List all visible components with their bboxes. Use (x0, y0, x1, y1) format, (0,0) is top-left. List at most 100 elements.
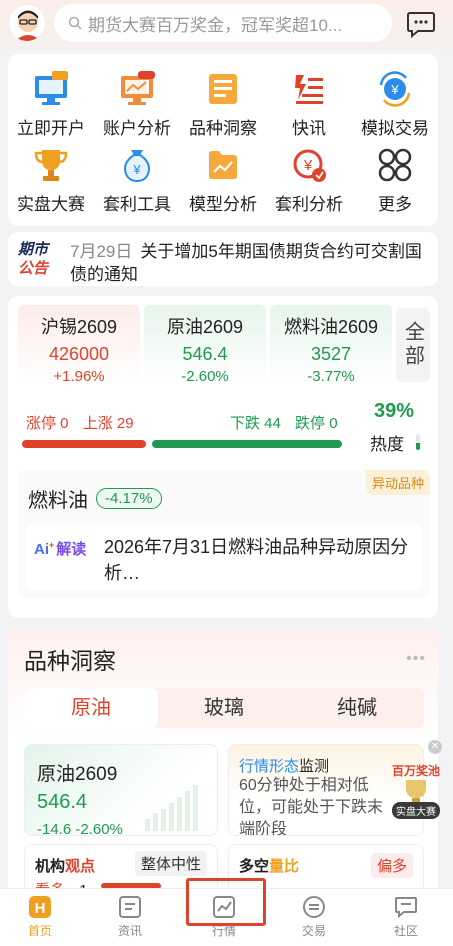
tab-news[interactable]: 资讯 (100, 894, 160, 939)
institution-title-a: 机构 (35, 858, 66, 875)
grid-item-variety-insight[interactable]: 品种洞察 (180, 70, 266, 139)
tab-community[interactable]: 社区 (376, 894, 436, 939)
message-icon[interactable] (406, 10, 436, 39)
long-short-badge: 偏多 (370, 853, 413, 878)
market-breadth[interactable]: 涨停 0 上涨 29 下跌 44 跌停 0 39% 热度 (20, 396, 430, 456)
notice-card[interactable]: 期市 公告 7月29日 关于增加5年期国债期货合约可交割国债的通知 (8, 232, 438, 286)
down-count: 下跌 44 (230, 415, 281, 432)
grid-item-arbitrage-analysis[interactable]: ¥ 套利分析 (266, 146, 352, 215)
notice-logo-bottom: 公告 (18, 260, 49, 277)
grid-item-model-analysis[interactable]: 模型分析 (180, 146, 266, 215)
breadth-bar-down (152, 440, 342, 448)
breadth-bar-up (22, 440, 146, 448)
variety-insight-icon (204, 70, 242, 108)
arbitrage-analysis-icon: ¥ (290, 146, 328, 184)
ai-badge: Ai+ 解读 (34, 538, 86, 559)
tab-label: 资讯 (117, 924, 142, 938)
tab-label: 交易 (301, 924, 326, 938)
grid-item-open-account[interactable]: 立即开户 (8, 70, 94, 139)
notice-logo-top: 期市 (18, 241, 49, 258)
quote-price: 546.4 (182, 344, 228, 364)
insight-price-name: 原油2609 (37, 764, 118, 785)
svg-text:¥: ¥ (132, 162, 141, 177)
grid-item-news-flash[interactable]: 快讯 (266, 70, 352, 139)
more-icon (376, 146, 414, 184)
long-short-title-b: 量比 (269, 858, 300, 875)
quote-name: 原油2609 (166, 317, 244, 337)
tab-soda-ash[interactable]: 纯碱 (290, 688, 424, 728)
svg-text:¥: ¥ (390, 82, 399, 97)
quote-card[interactable]: 沪锡2609 426000 +1.96% (18, 305, 140, 385)
movement-change: -4.17% (96, 488, 162, 509)
news-flash-icon (290, 70, 328, 108)
grid-item-label: 品种洞察 (189, 119, 257, 138)
trade-icon (301, 894, 327, 920)
grid-item-label: 套利分析 (275, 195, 343, 214)
movement-text: 2026年7月31日燃料油品种异动原因分析… (104, 537, 409, 583)
limit-down-count: 跌停 0 (295, 415, 338, 432)
news-icon (117, 894, 143, 920)
grid-item-label: 更多 (378, 195, 412, 214)
institution-title-b: 观点 (65, 858, 96, 875)
pattern-text: 60分钟处于相对低位，可能处于下跌末端阶段 (239, 777, 384, 836)
pattern-title-a: 行情形态 (239, 758, 300, 775)
promo-trophy-icon (406, 780, 426, 803)
tab-label: 首页 (27, 924, 52, 938)
home-icon: H (27, 894, 53, 920)
movement-ai-box: Ai+ 解读 2026年7月31日燃料油品种异动原因分析… (26, 524, 422, 590)
movement-name: 燃料油 (28, 490, 88, 512)
ai-icon: Ai+ (34, 540, 55, 558)
all-quotes-button[interactable]: 全部 (396, 308, 430, 382)
quote-change: -2.60% (181, 368, 229, 385)
promo-bottom: 实盘大赛 (392, 802, 440, 819)
insight-price-card[interactable]: 原油2609 546.4 -14.6 -2.60% (24, 744, 218, 836)
heat-label: 热度 (370, 435, 404, 454)
movement-card[interactable]: 异动品种 燃料油 -4.17% Ai+ 解读 2026年7月31日燃料油品种异动原… (18, 470, 430, 598)
trophy-icon (32, 146, 70, 184)
insight-more-icon[interactable]: ••• (406, 650, 426, 668)
grid-item-simulated-trade[interactable]: ¥ 模拟交易 (352, 70, 438, 139)
model-analysis-icon (204, 146, 242, 184)
grid-item-arbitrage-tool[interactable]: ¥ 套利工具 (94, 146, 180, 215)
avatar[interactable] (8, 4, 46, 42)
tab-label: 行情 (211, 924, 236, 938)
market-tab-highlight (186, 878, 266, 926)
quote-card[interactable]: 原油2609 546.4 -2.60% (144, 305, 266, 385)
tab-label: 原油 (71, 697, 111, 719)
up-count: 上涨 29 (82, 415, 134, 432)
quote-price: 426000 (48, 344, 110, 364)
search-icon (68, 16, 82, 30)
close-icon[interactable]: ✕ (428, 740, 442, 754)
promo-top: 百万奖池 (391, 764, 440, 778)
long-short-title-a: 多空 (239, 858, 270, 875)
grid-item-contest[interactable]: 实盘大赛 (8, 146, 94, 215)
grid-item-more[interactable]: 更多 (352, 146, 438, 215)
quote-name: 沪锡2609 (40, 317, 118, 337)
tab-label: 社区 (393, 924, 418, 938)
quote-change: +1.96% (53, 368, 105, 385)
tab-home[interactable]: H 首页 (10, 894, 70, 939)
quote-price: 3527 (310, 344, 352, 364)
search-placeholder: 期货大赛百万奖金，冠军奖超10... (88, 15, 343, 35)
grid-item-account-analysis[interactable]: 账户分析 (94, 70, 180, 139)
promo-floating-badge[interactable]: 百万奖池 实盘大赛 (388, 758, 444, 819)
notice-text-block: 7月29日 关于增加5年期国债期货合约可交割国债的通知 (70, 240, 430, 286)
tab-glass[interactable]: 玻璃 (157, 688, 291, 728)
quote-change: -3.77% (307, 368, 355, 385)
tab-crude-oil[interactable]: 原油 (24, 688, 158, 728)
tab-trade[interactable]: 交易 (284, 894, 344, 939)
grid-item-label: 账户分析 (103, 119, 171, 138)
quote-card[interactable]: 燃料油2609 3527 -3.77% (270, 305, 392, 385)
search-input[interactable]: 期货大赛百万奖金，冠军奖超10... (54, 4, 392, 42)
tab-label: 纯碱 (337, 697, 377, 719)
insight-price-value: 546.4 (37, 791, 88, 813)
heat-value: 39% (374, 400, 415, 422)
grid-item-label: 立即开户 (17, 119, 85, 138)
svg-text:H: H (35, 900, 46, 917)
grid-item-label: 快讯 (292, 119, 326, 138)
tab-label: 玻璃 (204, 697, 244, 719)
arbitrage-tool-icon: ¥ (118, 146, 156, 184)
insight-card: 品种洞察 ••• 原油 玻璃 纯碱 原油2609 546.4 -14.6 -2.… (8, 628, 438, 898)
account-analysis-icon (118, 70, 156, 108)
simulated-trade-icon: ¥ (376, 70, 414, 108)
